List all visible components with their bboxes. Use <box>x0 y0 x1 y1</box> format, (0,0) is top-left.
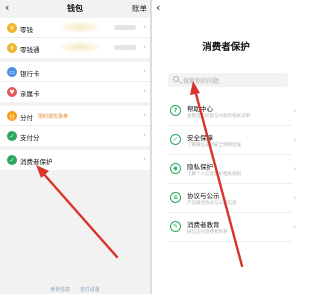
chevron-right-icon: › <box>143 131 146 139</box>
item-label: 零钱通 <box>20 46 40 54</box>
promo-text: 限时领优惠券 <box>38 114 69 120</box>
installment-icon: 分 <box>7 111 17 121</box>
item-title: 协议与公示 <box>187 192 220 200</box>
pay-score-icon: ✓ <box>7 131 17 141</box>
back-arrow-icon[interactable]: ‹ <box>156 1 160 14</box>
shield-icon: ✓ <box>7 155 17 165</box>
balance-group: ¥ 零钱 › ¥ 零钱通 › <box>0 18 150 58</box>
item-subtitle: 产品服务协议与公示信息 <box>187 201 237 206</box>
chevron-right-icon: › <box>143 87 146 95</box>
bill-link[interactable]: 账单 <box>132 3 147 14</box>
item-title: 帮助中心 <box>187 105 213 113</box>
chevron-right-icon: › <box>293 136 296 144</box>
identity-info-link[interactable]: 身份信息 <box>50 287 70 293</box>
chevron-right-icon: › <box>143 23 146 31</box>
footer-links: 身份信息 支付设置 <box>0 286 150 293</box>
balance-value <box>114 45 136 50</box>
item-label: 分付 <box>20 114 33 122</box>
document-icon: ≡ <box>170 192 181 203</box>
chevron-right-icon: › <box>293 223 296 231</box>
coin-icon: ¥ <box>7 23 17 33</box>
payment-settings-link[interactable]: 支付设置 <box>80 287 100 293</box>
wallet-screen: ‹ 钱包 账单 ¥ 零钱 › ¥ 零钱通 › ▭ 银行卡 › ♥ 亲属卡 › 分… <box>0 0 150 294</box>
help-icon: ? <box>170 105 181 116</box>
item-subtitle: 了解微信支付安全保障措施 <box>187 143 241 148</box>
list-item-family-card[interactable]: ♥ 亲属卡 › <box>0 82 150 102</box>
security-shield-icon: ✓ <box>170 134 181 145</box>
coin-plus-icon: ¥ <box>7 43 17 53</box>
item-label: 零钱 <box>20 26 33 34</box>
chevron-right-icon: › <box>293 107 296 115</box>
search-placeholder: 搜索你的问题 <box>183 78 220 85</box>
item-subtitle: 查看常见问题与付款的相关说明 <box>187 114 250 119</box>
item-label: 消费者保护 <box>20 158 53 166</box>
list-item-pay-score[interactable]: ✓ 支付分 › <box>0 126 150 146</box>
item-subtitle: 了解个人信息保护相关规则 <box>187 172 241 177</box>
education-icon: ✎ <box>170 221 181 232</box>
chevron-right-icon: › <box>143 67 146 75</box>
page-title: 消费者保护 <box>202 42 250 53</box>
wallet-header: ‹ 钱包 账单 <box>0 0 150 17</box>
list-item-bank-card[interactable]: ▭ 银行卡 › <box>0 62 150 82</box>
list-item-change-plus[interactable]: ¥ 零钱通 › <box>0 38 150 58</box>
help-center-item[interactable]: ? 帮助中心 查看常见问题与付款的相关说明 › <box>168 98 296 126</box>
item-label: 亲属卡 <box>20 90 40 98</box>
item-title: 消费者教育 <box>187 221 220 229</box>
protection-group: ✓ 消费者保护 › <box>0 150 150 170</box>
blurred-balance <box>58 21 102 33</box>
item-label: 支付分 <box>20 134 40 142</box>
education-item[interactable]: ✎ 消费者教育 微信支付消费者教育 › <box>168 214 296 242</box>
protection-header: ‹ <box>152 0 300 17</box>
chevron-right-icon: › <box>293 194 296 202</box>
family-card-icon: ♥ <box>7 87 17 97</box>
item-title: 安全保障 <box>187 134 213 142</box>
security-item[interactable]: ✓ 安全保障 了解微信支付安全保障措施 › <box>168 127 296 155</box>
privacy-item[interactable]: ◉ 隐私保护 了解个人信息保护相关规则 › <box>168 156 296 184</box>
list-item-installment[interactable]: 分 分付 限时领优惠券 › <box>0 106 150 126</box>
consumer-protection-screen: ‹ 消费者保护 搜索你的问题 ? 帮助中心 查看常见问题与付款的相关说明 › ✓… <box>152 0 300 294</box>
chevron-right-icon: › <box>143 111 146 119</box>
item-subtitle: 微信支付消费者教育 <box>187 230 228 235</box>
balance-value <box>114 25 136 30</box>
item-label: 银行卡 <box>20 70 40 78</box>
blurred-balance <box>58 41 102 53</box>
chevron-right-icon: › <box>143 43 146 51</box>
privacy-icon: ◉ <box>170 163 181 174</box>
search-input[interactable]: 搜索你的问题 <box>168 73 288 87</box>
agreements-item[interactable]: ≡ 协议与公示 产品服务协议与公示信息 › <box>168 185 296 213</box>
list-item-change[interactable]: ¥ 零钱 › <box>0 18 150 38</box>
chevron-right-icon: › <box>143 155 146 163</box>
search-icon <box>173 76 179 82</box>
page-title: 钱包 <box>67 4 83 13</box>
cards-group: ▭ 银行卡 › ♥ 亲属卡 › <box>0 62 150 102</box>
bank-card-icon: ▭ <box>7 67 17 77</box>
credit-group: 分 分付 限时领优惠券 › ✓ 支付分 › <box>0 106 150 146</box>
chevron-right-icon: › <box>293 165 296 173</box>
list-item-consumer-protection[interactable]: ✓ 消费者保护 › <box>0 150 150 170</box>
item-title: 隐私保护 <box>187 163 213 171</box>
